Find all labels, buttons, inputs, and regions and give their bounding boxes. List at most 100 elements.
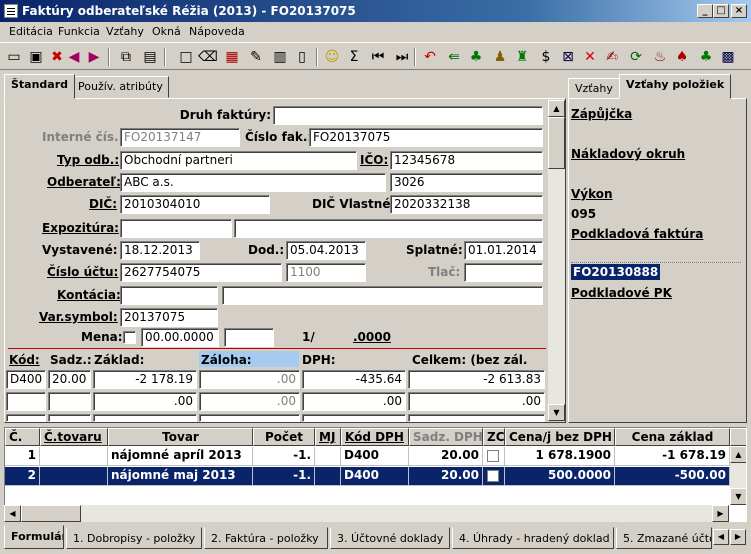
vat-row2-zaloha[interactable]: .00 — [199, 392, 300, 411]
close-button[interactable]: × — [731, 4, 747, 18]
kontacia-field[interactable] — [120, 286, 218, 305]
mena-date-field[interactable]: 00.00.0000 — [141, 328, 219, 347]
frame-icon[interactable]: □ — [176, 47, 196, 67]
col-header-c-tovaru[interactable]: Č.tovaru — [40, 428, 108, 446]
cislo-uctu-field[interactable]: 2627754075 — [120, 263, 282, 282]
vat-row2-zaklad[interactable]: .00 — [93, 392, 197, 411]
tab-standard[interactable]: Štandard — [4, 74, 76, 99]
scroll-left-icon[interactable]: ◀ — [4, 505, 21, 522]
scroll-up-icon[interactable]: ▲ — [730, 446, 746, 463]
vat-row2-dph[interactable]: .00 — [302, 392, 406, 411]
tab-dobropisy-polozky[interactable]: 1. Dobropisy - položky — [66, 527, 202, 549]
vat-row3-sadz[interactable] — [48, 414, 91, 422]
podkladova-faktura-selection[interactable]: FO20130888 — [571, 262, 741, 280]
vat-row1-zaklad[interactable]: -2 178.19 — [93, 370, 197, 389]
refresh-icon[interactable]: ⟳ — [626, 47, 646, 67]
vat-row3-zaloha[interactable] — [199, 414, 300, 422]
tab-scroll-left-icon[interactable]: ◀ — [713, 529, 729, 545]
col-header-c[interactable]: Č. — [5, 428, 40, 446]
menu-editacia[interactable]: Editácia — [9, 25, 53, 38]
vat-row3-celkem[interactable] — [408, 414, 545, 422]
mena-field[interactable] — [224, 328, 274, 347]
vat-row1-kod[interactable]: D400 — [6, 370, 46, 389]
dic-vlastne-field[interactable]: 2020332138 — [390, 195, 543, 214]
tab-uhrady-hradeny-doklad[interactable]: 4. Úhrady - hradený doklad — [452, 527, 614, 549]
dic-label[interactable]: DIČ: — [89, 197, 117, 211]
kontacia-name-field[interactable] — [222, 286, 543, 305]
vat-row3-kod[interactable] — [6, 414, 46, 422]
cislo-uctu-label[interactable]: Číslo účtu: — [47, 265, 118, 279]
ico-field[interactable]: 12345678 — [390, 151, 543, 170]
money-bag-icon[interactable]: ♟ — [490, 47, 510, 67]
col-header-kod-dph[interactable]: Kód DPH — [341, 428, 409, 446]
scroll-down-icon[interactable]: ▼ — [730, 488, 746, 505]
expozitura-name-field[interactable] — [234, 219, 543, 238]
kontacia-label[interactable]: Kontácia: — [57, 288, 121, 302]
notepad-icon[interactable]: ✎ — [246, 47, 266, 67]
table-row[interactable]: 2 nájomné maj 2013 -1. D400 20.00 500.00… — [5, 467, 730, 486]
new-document-icon[interactable]: ▭ — [4, 47, 24, 67]
forward-arrow-icon[interactable]: ▶ — [84, 47, 104, 67]
col-header-cena-j[interactable]: Cena/j bez DPH — [505, 428, 615, 446]
col-header-sadz-dph[interactable]: Sadz. DPH — [409, 428, 483, 446]
copy-icon[interactable]: ⧉ — [116, 47, 136, 67]
hscroll-thumb[interactable] — [21, 505, 81, 522]
vat-row2-sadz[interactable] — [48, 392, 91, 411]
table-row[interactable]: 1 nájomné apríl 2013 -1. D400 20.00 1 67… — [5, 447, 730, 466]
scroll-thumb[interactable] — [548, 117, 565, 169]
vat-row3-dph[interactable] — [302, 414, 406, 422]
sum-icon[interactable]: Σ — [344, 47, 364, 67]
tab-uctovne-doklady[interactable]: 3. Účtovné doklady — [330, 527, 450, 549]
mena-rate-value[interactable]: .0000 — [353, 330, 391, 344]
edit-icon[interactable]: ✍ — [602, 47, 622, 67]
tab-pouziv-atributy[interactable]: Použív. atribúty — [71, 76, 169, 98]
vat-row2-kod[interactable] — [6, 392, 46, 411]
var-symbol-label[interactable]: Var.symbol: — [39, 310, 118, 324]
dollar-icon[interactable]: $ — [536, 47, 556, 67]
podkladova-faktura-value[interactable]: FO20130888 — [571, 264, 661, 280]
vat-row1-sadz[interactable]: 20.00 — [48, 370, 91, 389]
var-symbol-field[interactable]: 20137075 — [120, 308, 218, 327]
expozitura-label[interactable]: Expozitúra: — [42, 221, 119, 235]
mena-checkbox[interactable] — [123, 331, 136, 344]
back-left-icon[interactable]: ⇚ — [444, 47, 464, 67]
vat-row3-zaklad[interactable] — [93, 414, 197, 422]
podkladova-faktura-link[interactable]: Podkladová faktúra — [571, 227, 703, 241]
undo-icon[interactable]: ↶ — [420, 47, 440, 67]
bell-icon[interactable]: ♠ — [672, 47, 692, 67]
tab-vztahy-poloziek[interactable]: Vzťahy položiek — [619, 74, 732, 99]
basket-icon[interactable]: ♨ — [650, 47, 670, 67]
smiley-icon[interactable]: ☺ — [322, 47, 342, 67]
maximize-button[interactable]: □ — [713, 4, 729, 18]
scroll-up-icon[interactable]: ▲ — [548, 100, 565, 117]
zc-checkbox[interactable] — [487, 470, 499, 482]
vat-row1-zaloha[interactable]: .00 — [199, 370, 300, 389]
vat-row1-celkem[interactable]: -2 613.83 — [408, 370, 545, 389]
nakladovy-okruh-link[interactable]: Nákladový okruh — [571, 147, 685, 161]
druh-faktury-field[interactable] — [273, 106, 543, 125]
paste-icon[interactable]: ▤ — [140, 47, 160, 67]
dod-field[interactable]: 05.04.2013 — [286, 241, 366, 260]
last-record-icon[interactable]: ⏭ — [392, 47, 412, 67]
tab-formular[interactable]: Formulár — [4, 525, 64, 549]
menu-okna[interactable]: Okná — [152, 25, 181, 38]
tlac-field[interactable] — [464, 263, 543, 282]
red-x-icon[interactable]: ✕ — [580, 47, 600, 67]
ico-label[interactable]: IČO: — [360, 153, 388, 167]
grid-horizontal-scrollbar[interactable]: ◀ ▶ — [4, 505, 729, 522]
typ-odb-label[interactable]: Typ odb.: — [57, 153, 119, 167]
tab-scroll-right-icon[interactable]: ▶ — [730, 529, 746, 545]
back-arrow-icon[interactable]: ◀ — [64, 47, 84, 67]
palm-icon[interactable]: ♣ — [466, 47, 486, 67]
grid-vertical-scrollbar[interactable]: ▲ ▼ — [730, 446, 746, 505]
palm-tree-icon[interactable]: ♣ — [696, 47, 716, 67]
podkladove-pk-link[interactable]: Podkladové PK — [571, 286, 672, 300]
menu-vztahy[interactable]: Vzťahy — [106, 25, 144, 38]
first-record-icon[interactable]: ⏮ — [368, 47, 388, 67]
tab-faktura-polozky[interactable]: 2. Faktúra - položky — [204, 527, 328, 549]
zapujcka-link[interactable]: Zápůjčka — [571, 107, 632, 121]
tab-zmazane-uctovne[interactable]: 5. Zmazané účtovné — [616, 527, 712, 549]
col-header-mj[interactable]: MJ — [315, 428, 341, 446]
menu-napoveda[interactable]: Nápoveda — [189, 25, 245, 38]
col-header-tovar[interactable]: Tovar — [108, 428, 253, 446]
